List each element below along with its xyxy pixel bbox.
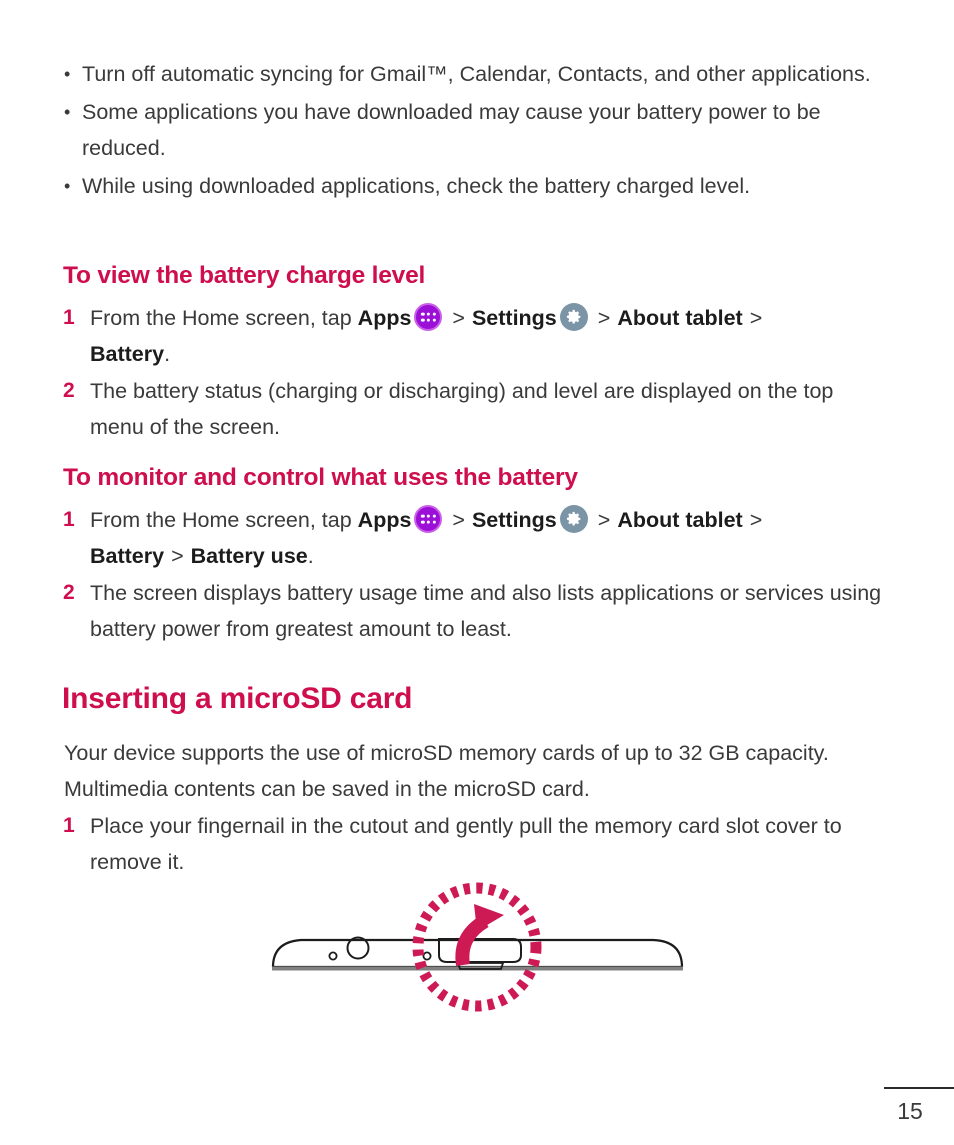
chevron-separator: > [597,508,611,532]
page-title-inserting-microsd-card: Inserting a microSD card [62,682,413,715]
section-heading-monitor-control-battery: To monitor and control what uses the bat… [63,464,578,491]
page-number: 15 [897,1098,923,1124]
section-three-steps: 1 Place your fingernail in the cutout an… [63,808,893,881]
section-one-steps: 1 From the Home screen, tap Apps > Setti… [63,300,893,446]
settings-label: Settings [471,508,557,532]
list-item-text: While using downloaded applications, che… [82,174,751,198]
about-tablet-label: About tablet [617,306,743,330]
list-item: 2 The screen displays battery usage time… [63,575,893,647]
chevron-separator: > [452,508,465,532]
bullet-icon: • [64,176,71,196]
step-number: 1 [63,306,75,329]
chevron-separator: > [597,306,611,330]
chevron-separator: > [171,544,184,568]
section-two-steps: 1 From the Home screen, tap Apps > Setti… [63,502,893,648]
step-text: The battery status (charging or discharg… [90,379,834,439]
tips-bullet-list: • Turn off automatic syncing for Gmail™,… [64,56,894,206]
list-item-text: Turn off automatic syncing for Gmail™, C… [82,62,871,86]
step-prefix: From the Home screen, tap [90,306,358,330]
manual-page: • Turn off automatic syncing for Gmail™,… [0,0,954,1145]
list-item: 1 From the Home screen, tap Apps > Setti… [63,502,893,574]
step-period: . [164,342,171,366]
list-item: 1 Place your fingernail in the cutout an… [63,808,893,880]
list-item: 1 From the Home screen, tap Apps > Setti… [63,300,893,372]
apps-grid-icon[interactable] [414,303,443,331]
chevron-separator: > [452,306,465,330]
step-prefix: From the Home screen, tap [90,508,358,532]
about-tablet-label: About tablet [617,508,743,532]
step-number: 2 [63,379,75,402]
step-number: 1 [63,814,75,837]
settings-label: Settings [471,306,557,330]
apps-label: Apps [357,306,412,330]
battery-use-label: Battery use [190,544,308,568]
step-text: From the Home screen, tap Apps > Setting… [90,502,893,574]
slot-pinhole [422,951,432,961]
intro-paragraph: Your device supports the use of microSD … [64,741,829,801]
battery-label: Battery [90,342,165,366]
list-item: 2 The battery status (charging or discha… [63,373,893,445]
bullet-icon: • [64,64,71,84]
gear-icon[interactable] [559,303,588,331]
list-item-text: Some applications you have downloaded ma… [82,100,821,160]
chevron-separator: > [749,306,763,330]
apps-label: Apps [357,508,412,532]
footer-divider [884,1087,954,1089]
tablet-edge-microsd-slot-illustration [255,875,715,1020]
section-heading-view-battery-charge-level: To view the battery charge level [63,262,426,289]
apps-grid-icon[interactable] [414,505,443,533]
list-item: • Some applications you have downloaded … [64,94,894,166]
chevron-separator: > [749,508,763,532]
list-item: • While using downloaded applications, c… [64,168,894,204]
battery-label: Battery [90,544,165,568]
step-period: . [307,544,314,568]
gear-icon[interactable] [559,505,588,533]
memory-card-slot-cover [438,938,522,963]
step-text: The screen displays battery usage time a… [90,581,882,641]
list-item: • Turn off automatic syncing for Gmail™,… [64,56,894,92]
microphone-pinhole [328,951,338,961]
bullet-icon: • [64,102,71,122]
step-text: From the Home screen, tap Apps > Setting… [90,300,893,372]
step-text: Place your fingernail in the cutout and … [90,814,842,874]
step-number: 2 [63,581,75,604]
step-number: 1 [63,508,75,531]
